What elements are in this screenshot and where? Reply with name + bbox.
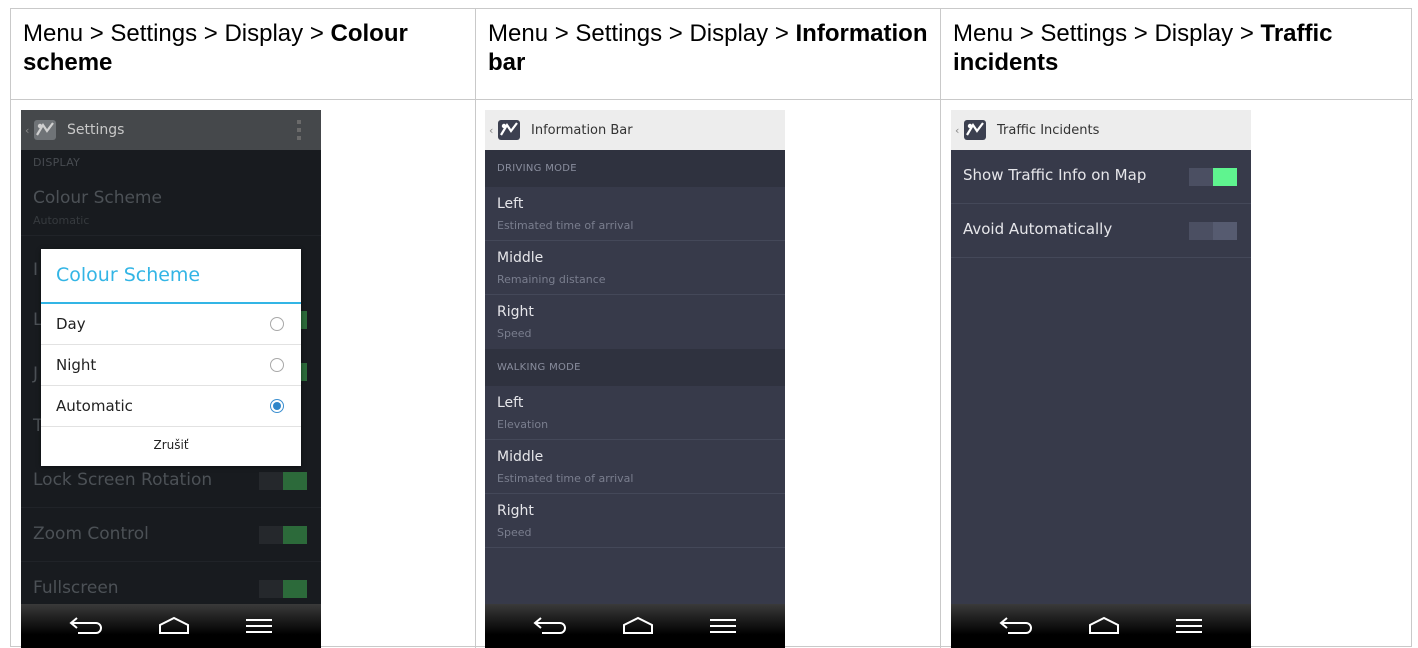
column-header-information-bar: Menu > Settings > Display > Information … <box>476 9 941 100</box>
show-traffic-info-row[interactable]: Show Traffic Info on Map <box>951 150 1251 204</box>
fullscreen-toggle[interactable] <box>259 580 307 598</box>
app-bar: ‹ Information Bar <box>485 110 785 150</box>
driving-left-row[interactable]: Left Estimated time of arrival <box>485 187 785 241</box>
radio-button[interactable] <box>270 358 284 372</box>
back-chevron-icon[interactable]: ‹ <box>489 124 497 137</box>
driving-middle-row[interactable]: Middle Remaining distance <box>485 241 785 295</box>
row-title: Right <box>497 304 534 320</box>
header-path: Menu > Settings > Display > <box>953 20 1261 47</box>
section-driving-mode: DRIVING MODE <box>485 150 785 187</box>
row-subtitle: Estimated time of arrival <box>497 472 634 485</box>
app-bar: ‹ Traffic Incidents <box>951 110 1251 150</box>
hidden-setting-label: I <box>33 260 39 280</box>
phone-screen-settings: ‹ Settings DISPLAY Colour Scheme Automat… <box>21 110 321 648</box>
zoom-control-toggle[interactable] <box>259 526 307 544</box>
row-subtitle: Estimated time of arrival <box>497 219 634 232</box>
driving-right-row[interactable]: Right Speed <box>485 295 785 349</box>
nav-menu-icon[interactable] <box>1174 615 1204 637</box>
nav-back-icon[interactable] <box>998 615 1034 637</box>
app-logo-icon[interactable] <box>497 119 521 141</box>
section-label: WALKING MODE <box>497 362 581 373</box>
setting-title: Zoom Control <box>33 524 149 544</box>
header-path: Menu > Settings > Display > <box>23 20 331 47</box>
section-label: DRIVING MODE <box>497 163 577 174</box>
page-title: Information Bar <box>531 122 633 138</box>
option-label: Night <box>56 356 97 374</box>
option-day[interactable]: Day <box>41 304 301 345</box>
hidden-setting-label: J <box>33 364 39 384</box>
nav-home-icon[interactable] <box>620 615 656 637</box>
section-walking-mode: WALKING MODE <box>485 349 785 386</box>
nav-home-icon[interactable] <box>156 615 192 637</box>
dialog-title: Colour Scheme <box>56 264 201 286</box>
app-bar: ‹ Settings <box>21 110 321 150</box>
document-table: Menu > Settings > Display > Colour schem… <box>10 8 1413 648</box>
show-traffic-info-toggle[interactable] <box>1189 168 1237 186</box>
row-subtitle: Speed <box>497 327 532 340</box>
avoid-automatically-toggle[interactable] <box>1189 222 1237 240</box>
phone-screen-traffic-incidents: ‹ Traffic Incidents Show Traffic Info on… <box>951 110 1251 648</box>
nav-back-icon[interactable] <box>532 615 568 637</box>
cancel-button[interactable]: Zrušiť <box>41 427 301 466</box>
column-body-traffic-incidents: ‹ Traffic Incidents Show Traffic Info on… <box>941 100 1413 648</box>
nav-menu-icon[interactable] <box>244 615 274 637</box>
row-label: Show Traffic Info on Map <box>963 166 1147 184</box>
colour-scheme-dialog: Colour Scheme Day Night Automatic Zrušiť <box>41 249 301 466</box>
option-night[interactable]: Night <box>41 345 301 386</box>
row-title: Left <box>497 395 524 411</box>
walking-left-row[interactable]: Left Elevation <box>485 386 785 440</box>
nav-back-icon[interactable] <box>68 615 104 637</box>
page-title: Traffic Incidents <box>997 122 1100 138</box>
lock-rotation-toggle[interactable] <box>259 472 307 490</box>
phone-screen-information-bar: ‹ Information Bar DRIVING MODE Left Estim… <box>485 110 785 648</box>
app-logo-icon[interactable] <box>33 119 57 141</box>
row-subtitle: Speed <box>497 526 532 539</box>
page-title: Settings <box>67 122 125 138</box>
section-header: DISPLAY <box>33 156 81 169</box>
nav-menu-icon[interactable] <box>708 615 738 637</box>
setting-title: Colour Scheme <box>33 188 162 208</box>
row-title: Left <box>497 196 524 212</box>
row-title: Middle <box>497 250 544 266</box>
column-body-colour-scheme: ‹ Settings DISPLAY Colour Scheme Automat… <box>11 100 476 648</box>
radio-button[interactable] <box>270 317 284 331</box>
option-label: Day <box>56 315 86 333</box>
setting-title: Fullscreen <box>33 578 119 598</box>
option-automatic[interactable]: Automatic <box>41 386 301 427</box>
nav-home-icon[interactable] <box>1086 615 1122 637</box>
row-title: Middle <box>497 449 544 465</box>
radio-button-selected[interactable] <box>270 399 284 413</box>
row-title: Right <box>497 503 534 519</box>
walking-right-row[interactable]: Right Speed <box>485 494 785 548</box>
column-body-information-bar: ‹ Information Bar DRIVING MODE Left Estim… <box>476 100 941 648</box>
android-nav-bar <box>485 604 785 648</box>
row-subtitle: Elevation <box>497 418 549 431</box>
column-header-colour-scheme: Menu > Settings > Display > Colour schem… <box>11 9 476 100</box>
back-chevron-icon[interactable]: ‹ <box>25 124 33 137</box>
column-header-traffic-incidents: Menu > Settings > Display > Traffic inci… <box>941 9 1413 100</box>
back-chevron-icon[interactable]: ‹ <box>955 124 963 137</box>
setting-zoom-control[interactable]: Zoom Control <box>21 508 321 562</box>
overflow-menu-icon[interactable] <box>297 120 301 140</box>
header-path: Menu > Settings > Display > <box>488 20 796 47</box>
avoid-automatically-row[interactable]: Avoid Automatically <box>951 204 1251 258</box>
android-nav-bar <box>21 604 321 648</box>
row-label: Avoid Automatically <box>963 220 1113 238</box>
option-label: Automatic <box>56 397 133 415</box>
android-nav-bar <box>951 604 1251 648</box>
setting-colour-scheme[interactable]: Colour Scheme Automatic <box>21 172 321 236</box>
app-logo-icon[interactable] <box>963 119 987 141</box>
walking-middle-row[interactable]: Middle Estimated time of arrival <box>485 440 785 494</box>
setting-title: Lock Screen Rotation <box>33 470 213 490</box>
row-subtitle: Remaining distance <box>497 273 606 286</box>
setting-value: Automatic <box>33 214 90 227</box>
